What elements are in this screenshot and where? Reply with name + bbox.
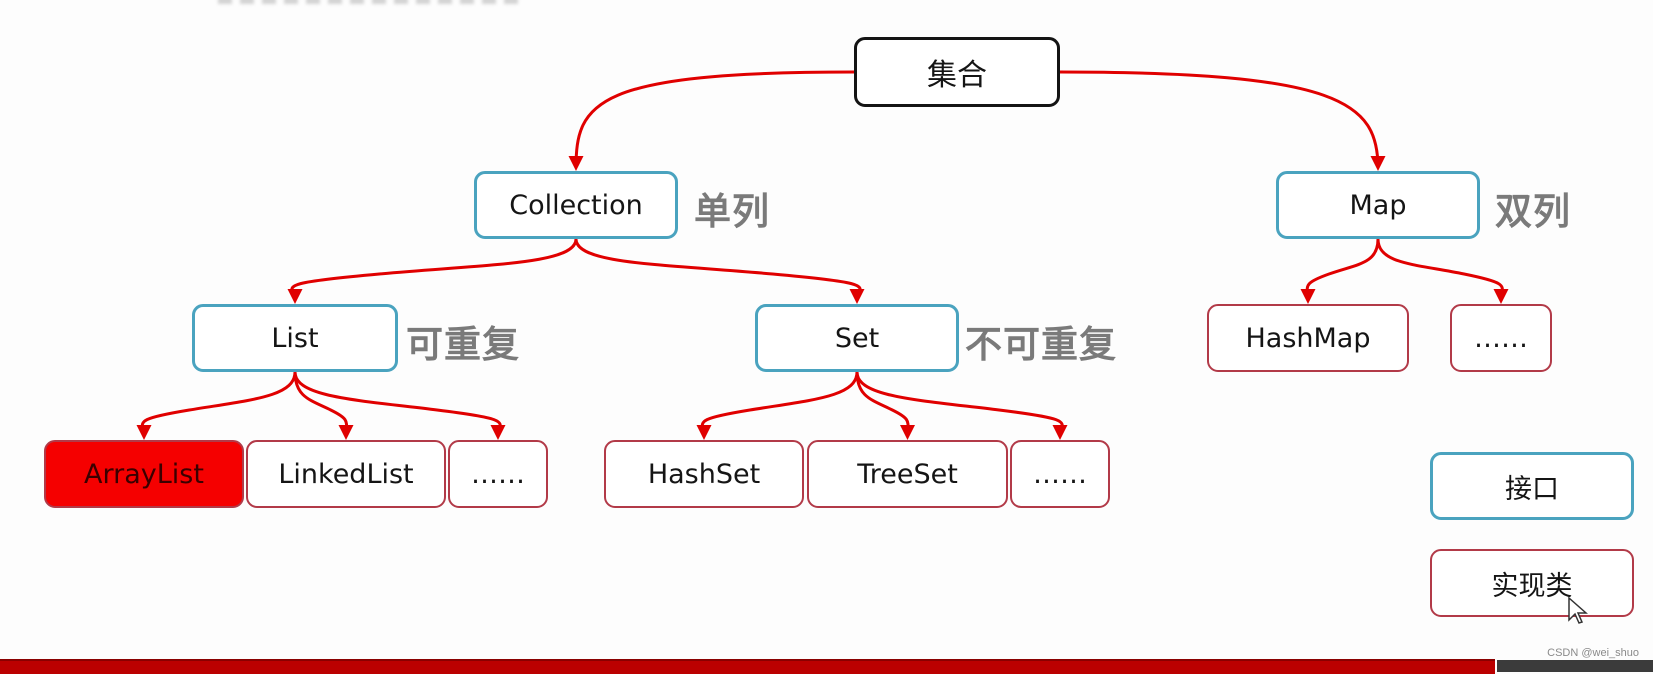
node-label: LinkedList [278, 458, 414, 490]
note-list-repeatable: 可重复 [406, 323, 520, 366]
node-label: 集合 [927, 58, 987, 93]
node-map: Map [1276, 171, 1480, 239]
edge-collection-to-list [287, 238, 578, 304]
legend-implementation: 实现类 [1430, 549, 1634, 617]
edge-list-to-list_more [293, 371, 506, 440]
edge-map-to-map_more [1376, 238, 1509, 304]
note-collection-single-column: 单列 [694, 190, 770, 233]
edge-list-to-arraylist [136, 371, 297, 440]
mouse-cursor-icon [1568, 596, 1588, 624]
node-hashset: HashSet [604, 440, 804, 508]
node-label: Map [1349, 189, 1407, 221]
node-linkedlist: LinkedList [246, 440, 446, 508]
node-label: List [271, 322, 319, 354]
node-label: Collection [509, 189, 643, 221]
node-treeset: TreeSet [807, 440, 1008, 508]
node-label: …… [1033, 458, 1087, 490]
node-map-more: …… [1450, 304, 1552, 372]
node-set-more: …… [1010, 440, 1110, 508]
edge-list-to-linkedlist [293, 371, 354, 440]
note-set-non-repeatable: 不可重复 [965, 323, 1117, 366]
node-label: …… [471, 458, 525, 490]
edge-set-to-hashset [696, 371, 859, 440]
node-list: List [192, 304, 398, 372]
node-label: HashSet [647, 458, 761, 490]
legend-interface: 接口 [1430, 452, 1634, 520]
node-label: ArrayList [84, 458, 204, 490]
legend-label: 接口 [1505, 473, 1559, 505]
footer-dark-bar [1497, 660, 1653, 672]
node-label: HashMap [1245, 322, 1371, 354]
note-map-double-column: 双列 [1495, 190, 1571, 233]
node-list-more: …… [448, 440, 548, 508]
edge-collection-to-set [574, 238, 865, 304]
edge-root-to-map [1059, 70, 1386, 171]
node-hashmap: HashMap [1207, 304, 1409, 372]
node-arraylist: ArrayList [44, 440, 244, 508]
edge-map-to-hashmap [1300, 238, 1380, 304]
edge-set-to-set_more [855, 371, 1068, 440]
edge-set-to-treeset [855, 371, 916, 440]
watermark: CSDN @wei_shuo [1547, 647, 1639, 659]
node-label: …… [1474, 322, 1528, 354]
node-collection: Collection [474, 171, 678, 239]
node-root-collection-framework: 集合 [854, 37, 1060, 107]
edge-root-to-collection [568, 70, 855, 171]
node-set: Set [755, 304, 959, 372]
node-label: TreeSet [857, 458, 958, 490]
legend-label: 实现类 [1491, 570, 1573, 602]
node-label: Set [834, 322, 880, 354]
